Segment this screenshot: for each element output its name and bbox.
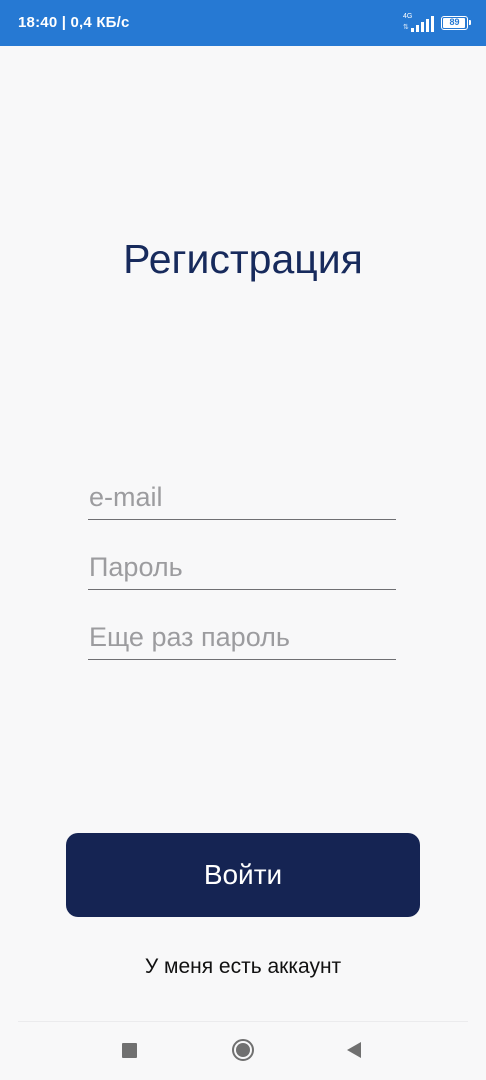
password-field[interactable]	[88, 546, 396, 589]
network-indicator: 4G ⇅	[403, 13, 434, 33]
password-repeat-field-container	[88, 616, 396, 660]
email-field[interactable]	[88, 476, 396, 519]
recent-apps-button[interactable]	[101, 1022, 157, 1078]
back-icon	[347, 1042, 361, 1058]
have-account-link[interactable]: У меня есть аккаунт	[0, 955, 486, 979]
home-icon	[232, 1039, 254, 1061]
home-button[interactable]	[215, 1022, 271, 1078]
recent-apps-icon	[121, 1042, 137, 1058]
status-time-speed: 18:40 | 0,4 КБ/с	[18, 14, 130, 31]
login-button[interactable]: Войти	[66, 833, 420, 917]
email-field-container	[88, 476, 396, 520]
status-bar: 18:40 | 0,4 КБ/с 4G ⇅ 89	[0, 0, 486, 46]
navigation-bar	[0, 1022, 486, 1080]
login-button-label: Войти	[203, 859, 283, 890]
battery-icon: 89	[441, 16, 471, 30]
battery-percent: 89	[449, 17, 460, 27]
signal-strength-icon	[411, 16, 434, 32]
page-title: Регистрация	[123, 236, 363, 282]
status-icons: 4G ⇅ 89	[403, 12, 471, 34]
back-button[interactable]	[326, 1022, 382, 1078]
password-field-container	[88, 546, 396, 590]
data-arrows-icon: ⇅	[403, 24, 409, 31]
password-repeat-field[interactable]	[88, 616, 396, 659]
